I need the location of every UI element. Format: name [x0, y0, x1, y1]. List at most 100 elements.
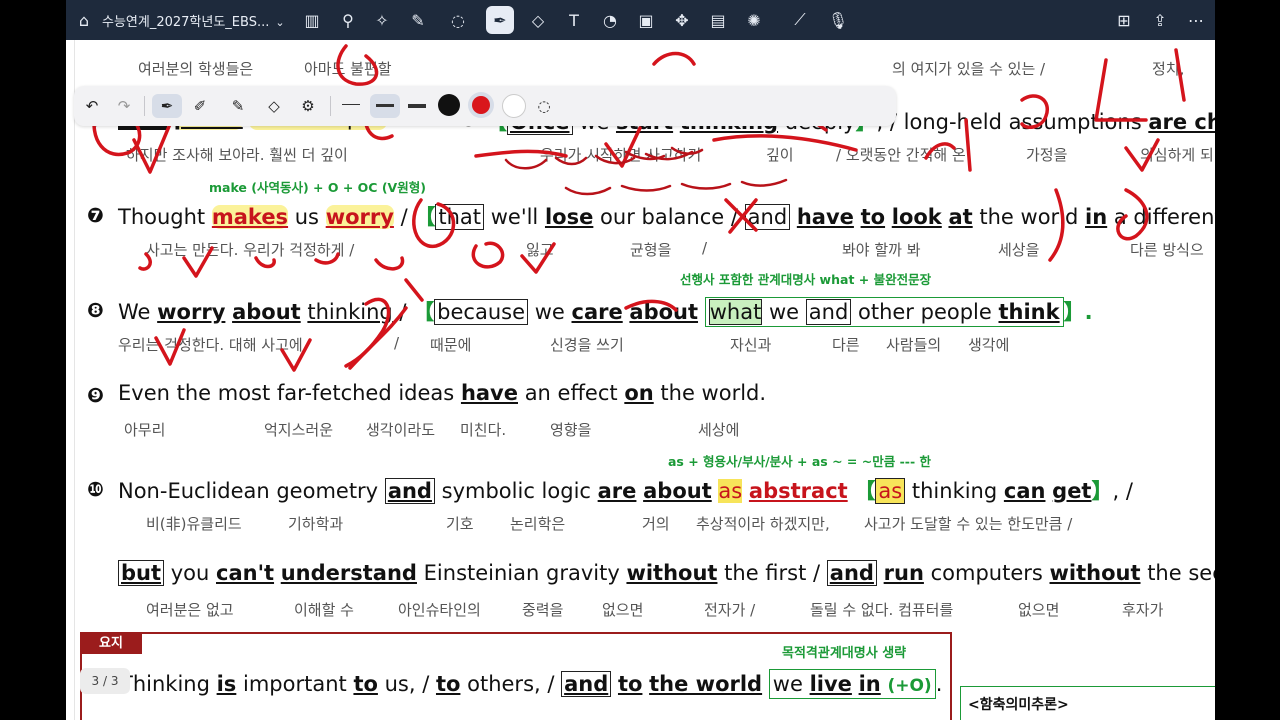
grammar-note: 선행사 포함한 관계대명사 what + 불완전문장 — [680, 272, 932, 287]
ink-stroke — [471, 241, 505, 269]
korean-gloss: 생각이라도 — [366, 421, 436, 439]
korean-gloss: 논리학은 — [510, 515, 566, 533]
medium-stroke-option[interactable] — [376, 104, 394, 107]
sentence-number: ❽ — [87, 298, 104, 322]
color-picker-icon[interactable]: ◌ — [532, 94, 556, 118]
korean-gloss: 억지스러운 — [264, 421, 334, 439]
korean-gloss: 균형을 — [630, 241, 672, 259]
korean-gloss: 아마도 불편할 — [304, 60, 392, 78]
top-toolbar: ⌂ 수능연계_2027학년도_EBS... ⌄ ▥ ⚲ ✧ ✎ ◌ ✒ ◇ T ◔… — [66, 0, 1215, 40]
korean-gloss: 이해할 수 — [294, 601, 354, 619]
fountain-pen-icon[interactable]: ✒ — [152, 94, 182, 118]
korean-gloss: 정치, — [1152, 60, 1185, 78]
korean-gloss: 추상적이라 하겠지만, — [696, 515, 830, 533]
korean-gloss: 영향을 — [550, 421, 592, 439]
page-indicator: 3 / 3 — [80, 668, 130, 694]
undo-icon[interactable]: ↶ — [80, 94, 104, 118]
more-icon[interactable]: ⋯ — [1184, 8, 1208, 32]
korean-gloss: 사고가 도달할 수 있는 한도만큼 / — [864, 515, 1073, 533]
korean-gloss: / — [394, 334, 400, 352]
brush-pen-icon[interactable]: ✎ — [226, 94, 250, 118]
ink-stroke — [374, 256, 405, 271]
document-page[interactable]: 여러분의 학생들은 아마도 불편할 의 여지가 있을 수 있는 / 정치, ❺ … — [66, 40, 1215, 720]
korean-gloss: 전자가 / — [704, 601, 756, 619]
korean-gloss: 돌릴 수 없다. 컴퓨터를 — [810, 601, 954, 619]
pen-settings-icon[interactable]: ⚙ — [296, 94, 320, 118]
sentence-number: ❿ — [87, 477, 104, 501]
korean-gloss: 의심하게 되 — [1140, 146, 1214, 164]
korean-gloss: 생각에 — [968, 336, 1010, 354]
korean-gloss: 다른 — [832, 336, 860, 354]
eraser-icon[interactable]: ◇ — [526, 8, 550, 32]
korean-gloss: 의 여지가 있을 수 있는 / — [892, 60, 1046, 78]
korean-gloss: / — [702, 239, 708, 257]
laser-icon[interactable]: ✺ — [742, 8, 766, 32]
summary-label: 요지 — [80, 634, 142, 654]
color-black[interactable] — [438, 94, 460, 116]
text-icon[interactable]: T — [562, 8, 586, 32]
grammar-note: as + 형용사/부사/분사 + as ~ = ~만큼 --- 한 — [668, 454, 931, 469]
korean-gloss: 아인슈타인의 — [398, 601, 481, 619]
korean-gloss: 후자가 — [1122, 601, 1164, 619]
toolbar-separator — [144, 96, 145, 116]
korean-gloss: 여러분은 없고 — [146, 601, 234, 619]
lasso-icon[interactable]: ◌ — [446, 8, 470, 32]
search-icon[interactable]: ⚲ — [336, 8, 360, 32]
thick-stroke-option[interactable] — [408, 104, 426, 108]
korean-gloss: 중력을 — [522, 601, 564, 619]
sidebar-icon[interactable]: ▥ — [300, 8, 324, 32]
korean-gloss: 다른 방식으 — [1130, 241, 1204, 259]
korean-gloss: 미친다. — [460, 421, 507, 439]
korean-gloss: 기호 — [446, 515, 474, 533]
grammar-note: make (사역동사) + O + OC (V원형) — [209, 180, 426, 195]
korean-gloss: 여러분의 학생들은 — [138, 60, 254, 78]
korean-gloss: 없으면 — [1018, 601, 1060, 619]
korean-gloss: 가정을 — [1026, 146, 1068, 164]
grammar-note: 목적격관계대명사 생략 — [782, 646, 907, 661]
sentence-number: ❼ — [87, 203, 104, 227]
korean-gloss: 사고는 만든다. 우리가 걱정하게 / — [146, 241, 355, 259]
side-note-label: <함축의미추론> — [968, 697, 1069, 713]
korean-gloss: 신경을 쓰기 — [550, 336, 624, 354]
korean-gloss: 사람들의 — [886, 336, 942, 354]
thin-stroke-option[interactable] — [342, 104, 360, 105]
magic-icon[interactable]: ✧ — [370, 8, 394, 32]
highlighter-icon[interactable]: ◇ — [262, 94, 286, 118]
pen-toolbar: ↶ ↷ ✒ ✐ ✎ ◇ ⚙ ◌ — [74, 86, 896, 126]
korean-gloss: 거의 — [642, 515, 670, 533]
korean-gloss: 우리는 걱정한다. 대해 사고에 — [118, 336, 303, 354]
korean-gloss: 없으면 — [602, 601, 644, 619]
add-page-icon[interactable]: ⊞ — [1112, 8, 1136, 32]
sentence-7: Thought makes us worry / 【that we'll los… — [118, 204, 1215, 230]
sentence-8: We worry about thinking / 【because we ca… — [118, 296, 1093, 327]
korean-gloss: 하지만 조사해 보아라. 훨씬 더 깊이 — [126, 146, 348, 164]
ruler-icon[interactable]: ⟋ — [788, 8, 812, 32]
korean-gloss: 우리가 시작하면 사고하기 — [540, 146, 702, 164]
sentence-number: ❾ — [87, 383, 104, 407]
home-icon[interactable]: ⌂ — [72, 8, 96, 32]
pen-icon[interactable]: ✒ — [486, 6, 514, 34]
sentence-9: Even the most far-fetched ideas have an … — [118, 381, 767, 405]
document-title[interactable]: 수능연계_2027학년도_EBS... ⌄ — [102, 11, 285, 30]
shape-icon[interactable]: ◔ — [598, 8, 622, 32]
note-icon[interactable]: ✎ — [406, 8, 430, 32]
korean-gloss: 세상을 — [998, 241, 1040, 259]
sticker-icon[interactable]: ✥ — [670, 8, 694, 32]
ball-pen-icon[interactable]: ✐ — [188, 94, 212, 118]
app-window: ⌂ 수능연계_2027학년도_EBS... ⌄ ▥ ⚲ ✧ ✎ ◌ ✒ ◇ T ◔… — [66, 0, 1215, 720]
korean-gloss: / 오랫동안 간직해 온 — [836, 146, 966, 164]
mic-icon[interactable]: 🎙 — [826, 8, 850, 32]
korean-gloss: 아무리 — [124, 421, 166, 439]
sticky-note-icon[interactable]: ▤ — [706, 8, 730, 32]
korean-gloss: 때문에 — [430, 336, 472, 354]
korean-gloss: 잃고 — [526, 241, 554, 259]
color-white[interactable] — [502, 94, 526, 118]
korean-gloss: 기하학과 — [288, 515, 344, 533]
image-icon[interactable]: ▣ — [634, 8, 658, 32]
redo-icon[interactable]: ↷ — [112, 94, 136, 118]
ink-stroke — [652, 51, 696, 66]
chevron-down-icon: ⌄ — [275, 16, 285, 29]
korean-gloss: 자신과 — [730, 336, 772, 354]
share-icon[interactable]: ⇪ — [1148, 8, 1172, 32]
color-red[interactable] — [472, 96, 490, 114]
